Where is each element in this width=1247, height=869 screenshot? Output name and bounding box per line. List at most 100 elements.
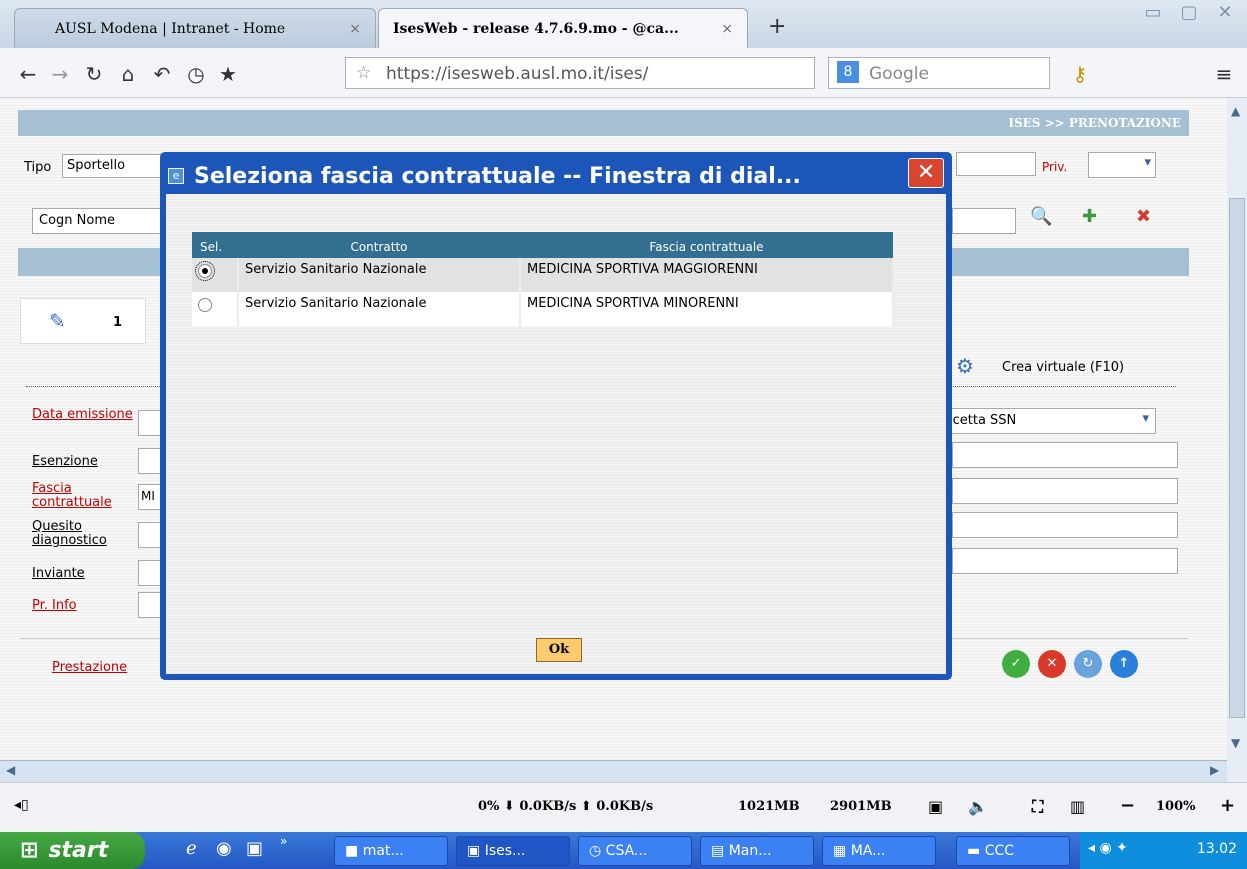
confirm-icon[interactable]: ✓	[1002, 650, 1030, 678]
tab-label: AUSL Modena | Intranet - Home	[55, 21, 286, 37]
dialog-body: Sel. Contratto Fascia contrattuale Servi…	[166, 194, 946, 674]
url-text: https://isesweb.ausl.mo.it/ises/	[386, 64, 649, 84]
table-row[interactable]: Servizio Sanitario Nazionale MEDICINA SP…	[192, 258, 894, 292]
up-arrow-icon[interactable]: ↑	[1110, 650, 1138, 678]
select-cell[interactable]	[192, 292, 239, 326]
window-icon: ▤	[711, 843, 729, 859]
field-esenzione-label: Esenzione	[32, 454, 98, 469]
addon-icon[interactable]: ◂▯	[14, 797, 29, 813]
zoom-out-button[interactable]: −	[1120, 795, 1135, 816]
taskbar-button[interactable]: ▤ Man...	[700, 836, 814, 866]
radio-unselected[interactable]	[198, 298, 212, 312]
reader-icon[interactable]: ▥	[1070, 797, 1085, 816]
fascia-input[interactable]: MI	[138, 484, 162, 510]
fascia-cell: MEDICINA SPORTIVA MINORENNI	[520, 292, 894, 326]
search-box[interactable]: 8 Google	[828, 57, 1050, 89]
home-icon[interactable]: ⌂	[114, 62, 142, 86]
zoom-level: 100%	[1156, 799, 1196, 814]
right-field-2[interactable]	[952, 478, 1178, 504]
scroll-thumb[interactable]	[1229, 198, 1245, 718]
tipo-extra-field[interactable]	[956, 152, 1036, 176]
field-data-emissione-label: Data emissione	[32, 407, 133, 422]
window-icon: ▦	[833, 843, 851, 859]
contratto-cell: Servizio Sanitario Nazionale	[238, 292, 521, 326]
minimize-button[interactable]: ▭	[1134, 0, 1172, 28]
close-window-button[interactable]: ✕	[1206, 0, 1244, 28]
taskbar-button[interactable]: ▬ CCC	[956, 836, 1070, 866]
ie-icon: e	[168, 168, 184, 184]
dialog-title: Seleziona fascia contrattuale -- Finestr…	[194, 164, 801, 189]
zoom-in-button[interactable]: +	[1220, 795, 1235, 816]
right-field-1[interactable]	[952, 442, 1178, 468]
scroll-down-icon[interactable]: ▼	[1231, 736, 1240, 750]
scroll-right-icon[interactable]: ▶	[1210, 763, 1219, 777]
contract-table: Sel. Contratto Fascia contrattuale Servi…	[192, 232, 894, 326]
tipo-select[interactable]: Sportello	[62, 154, 162, 178]
search-card-icon[interactable]: 🔍	[1030, 206, 1052, 227]
inviante-input[interactable]	[138, 560, 162, 586]
right-field-4[interactable]	[952, 548, 1178, 574]
start-button[interactable]: ⊞ start	[0, 832, 145, 869]
scroll-left-icon[interactable]: ◀	[6, 763, 15, 777]
search-patient-field[interactable]	[952, 208, 1016, 234]
back-icon[interactable]: ←	[14, 62, 42, 86]
tab-prescription[interactable]: ✎ 1	[20, 298, 146, 344]
vertical-scrollbar[interactable]: ▲ ▼	[1227, 98, 1247, 782]
reload-icon[interactable]: ↻	[80, 62, 108, 86]
bookmark-star-icon[interactable]: ★	[214, 62, 242, 86]
star-outline-icon[interactable]: ☆	[356, 63, 371, 83]
history-icon[interactable]: ◷	[182, 62, 210, 86]
pr-info-input[interactable]	[138, 592, 162, 618]
screenshot-icon[interactable]: ▣	[928, 797, 943, 816]
delete-card-icon[interactable]: ✖	[1136, 206, 1151, 227]
column-header: Contratto	[238, 232, 520, 258]
radio-selected[interactable]	[195, 261, 215, 281]
refresh-icon[interactable]: ↻	[1074, 650, 1102, 678]
forward-icon[interactable]: →	[46, 62, 74, 86]
ricetta-select[interactable]: icetta SSN ▾	[946, 408, 1156, 434]
data-emissione-input[interactable]	[138, 410, 162, 436]
right-field-3[interactable]	[952, 512, 1178, 538]
horizontal-scrollbar[interactable]: ◀ ▶	[0, 760, 1227, 782]
virtual-icon[interactable]: ⚙	[956, 354, 974, 378]
tray-icons[interactable]: ◂ ◉ ✦	[1088, 840, 1128, 856]
tab-isesweb[interactable]: IsesWeb - release 4.7.6.9.mo - @ca... ×	[378, 8, 748, 48]
scroll-up-icon[interactable]: ▲	[1231, 104, 1240, 118]
fullscreen-icon[interactable]: ⛶	[1032, 797, 1043, 817]
table-row[interactable]: Servizio Sanitario Nazionale MEDICINA SP…	[192, 292, 894, 326]
chevron-down-icon: ▾	[1142, 411, 1149, 426]
esenzione-input[interactable]	[138, 448, 162, 474]
app-quicklaunch-icon[interactable]: ▣	[246, 838, 263, 859]
select-cell[interactable]	[192, 258, 239, 292]
quesito-input[interactable]	[138, 522, 162, 548]
priv-label: Priv.	[1042, 160, 1068, 174]
field-quesito-label: Quesito diagnostico	[32, 519, 107, 548]
taskbar-button[interactable]: ▦ MA...	[822, 836, 936, 866]
tab-close-icon[interactable]: ×	[349, 21, 361, 37]
undo-icon[interactable]: ↶	[148, 62, 176, 86]
address-bar[interactable]: ☆ https://isesweb.ausl.mo.it/ises/	[345, 57, 815, 89]
taskbar-button[interactable]: ■ mat...	[334, 836, 448, 866]
priv-select[interactable]: ▾	[1088, 152, 1156, 178]
breadcrumb: ISES >> PRENOTAZIONE	[18, 110, 1189, 136]
cogn-nome-input[interactable]: Cogn Nome	[32, 208, 162, 234]
tab-ausl-intranet[interactable]: AUSL Modena | Intranet - Home ×	[14, 8, 376, 48]
crea-virtuale-button[interactable]: Crea virtuale (F10)	[1002, 360, 1124, 375]
dialog-close-button[interactable]: ✕	[908, 158, 944, 188]
tab-close-icon[interactable]: ×	[721, 21, 733, 37]
more-quicklaunch-icon[interactable]: »	[280, 834, 287, 848]
key-icon[interactable]: ⚷	[1066, 62, 1094, 86]
cancel-icon[interactable]: ✕	[1038, 650, 1066, 678]
taskbar-button[interactable]: ▣ Ises...	[456, 836, 570, 866]
search-placeholder: Google	[869, 64, 929, 84]
ok-button[interactable]: Ok	[536, 638, 582, 662]
speaker-icon[interactable]: 🔈	[968, 797, 988, 816]
maximize-button[interactable]: ▢	[1170, 0, 1208, 28]
tab-label: IsesWeb - release 4.7.6.9.mo - @ca...	[393, 21, 679, 37]
browser-quicklaunch-icon[interactable]: ◉	[216, 838, 232, 859]
menu-icon[interactable]: ≡	[1210, 62, 1238, 86]
new-tab-button[interactable]: +	[768, 14, 786, 39]
add-card-icon[interactable]: ✚	[1082, 206, 1097, 227]
ie-quicklaunch-icon[interactable]: ℯ	[186, 838, 197, 859]
taskbar-button[interactable]: ◷ CSA...	[578, 836, 692, 866]
